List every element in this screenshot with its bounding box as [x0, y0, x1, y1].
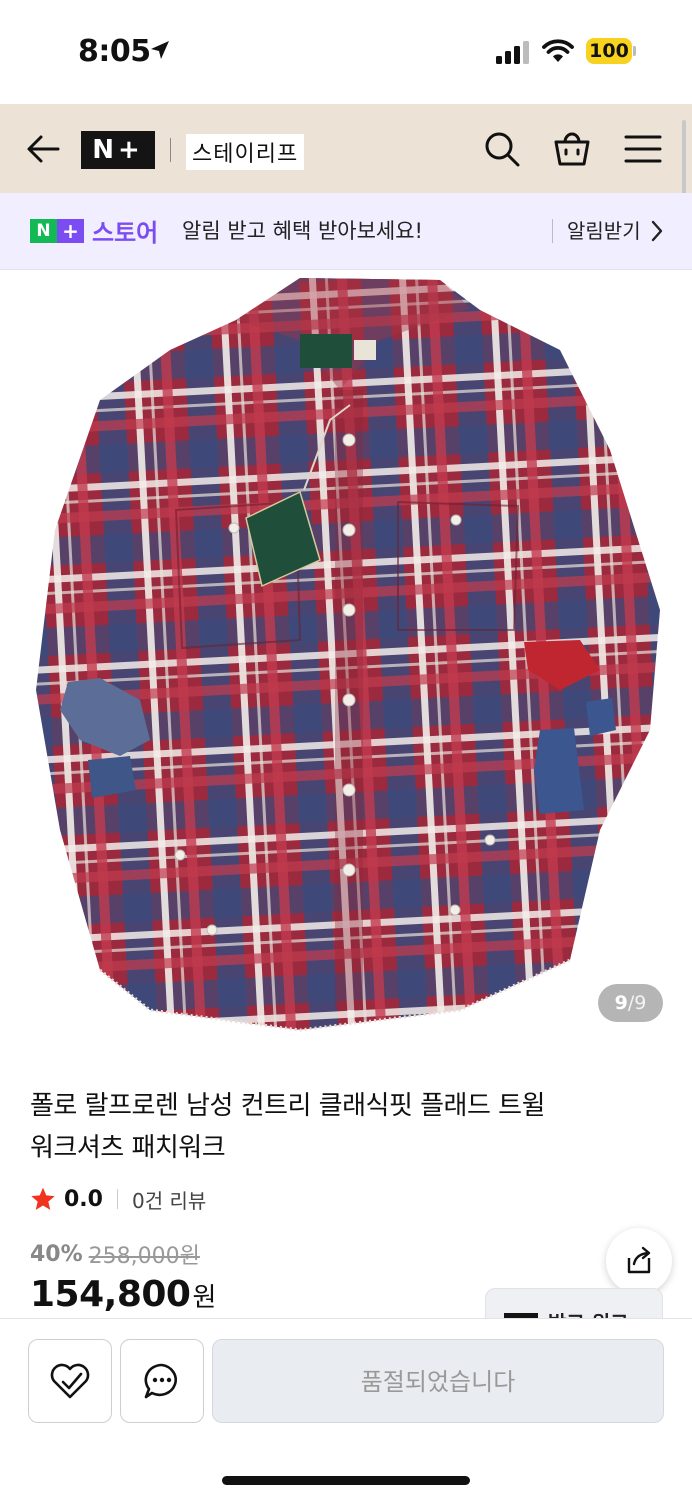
battery-indicator: 100 [586, 38, 632, 64]
badge-n: N [30, 219, 57, 243]
star-icon [31, 1187, 55, 1210]
chat-bubble-icon [144, 1363, 177, 1399]
image-current: 9 [614, 992, 628, 1014]
share-icon [627, 1246, 651, 1274]
nplus-store-badge: N + [30, 219, 84, 243]
heart-check-icon [50, 1363, 90, 1399]
hamburger-menu-icon[interactable] [624, 132, 662, 166]
plaid-shirt-image [36, 278, 660, 1032]
product-title: 폴로 랄프로렌 남성 컨트리 클래식핏 플래드 트윌 워크셔츠 패치워크 [30, 1085, 590, 1169]
search-icon[interactable] [482, 129, 522, 169]
back-arrow-icon[interactable] [24, 130, 62, 168]
rating-divider [116, 1189, 118, 1209]
product-title-line2: 워크셔츠 패치워크 [30, 1133, 226, 1163]
sale-price-row: 154,800 원 [30, 1274, 216, 1315]
discount-row: 40% 258,000원 [30, 1238, 200, 1270]
badge-plus: + [57, 219, 84, 243]
header-divider [170, 138, 171, 162]
battery-tip [633, 46, 636, 56]
wishlist-button[interactable] [28, 1339, 112, 1423]
status-time: 8:05 [78, 34, 151, 69]
rating-row[interactable]: 0.0 0건 리뷰 [30, 1184, 206, 1214]
talktalk-button[interactable] [120, 1339, 204, 1423]
notify-button[interactable]: 알림받기 [567, 215, 641, 244]
location-arrow-icon [151, 41, 169, 59]
product-title-line1: 폴로 랄프로렌 남성 컨트리 클래식핏 플래드 트윌 [30, 1091, 546, 1121]
original-price: 258,000원 [88, 1244, 200, 1269]
sale-price: 154,800 [30, 1274, 191, 1315]
sale-price-unit: 원 [192, 1283, 217, 1313]
chevron-right-icon [651, 220, 663, 242]
shopping-bag-icon[interactable] [552, 128, 592, 168]
share-button[interactable] [606, 1228, 672, 1294]
sold-out-button[interactable]: 품절되었습니다 [212, 1339, 664, 1423]
notification-banner[interactable]: N + 스토어 알림 받고 혜택 받아보세요! 알림받기 [0, 193, 692, 270]
nplus-logo[interactable]: N+ [81, 131, 155, 169]
review-count[interactable]: 0건 리뷰 [132, 1185, 206, 1214]
image-counter: 9/9 [598, 984, 663, 1022]
banner-store-label: 스토어 [92, 219, 159, 247]
image-total: 9 [634, 992, 647, 1014]
status-bar: 8:05 100 [0, 0, 692, 104]
banner-message: 알림 받고 혜택 받아보세요! [182, 219, 423, 243]
banner-divider [552, 219, 553, 243]
home-indicator [222, 1476, 470, 1485]
store-name[interactable]: 스테이리프 [186, 134, 305, 170]
bottom-action-bar: 품절되었습니다 [0, 1318, 692, 1500]
store-header: N+ 스테이리프 [0, 104, 692, 193]
wifi-icon [542, 39, 574, 62]
rating-score: 0.0 [64, 1186, 103, 1212]
product-image[interactable] [0, 270, 692, 1050]
cellular-signal-icon [496, 41, 529, 64]
discount-rate: 40% [30, 1241, 83, 1267]
